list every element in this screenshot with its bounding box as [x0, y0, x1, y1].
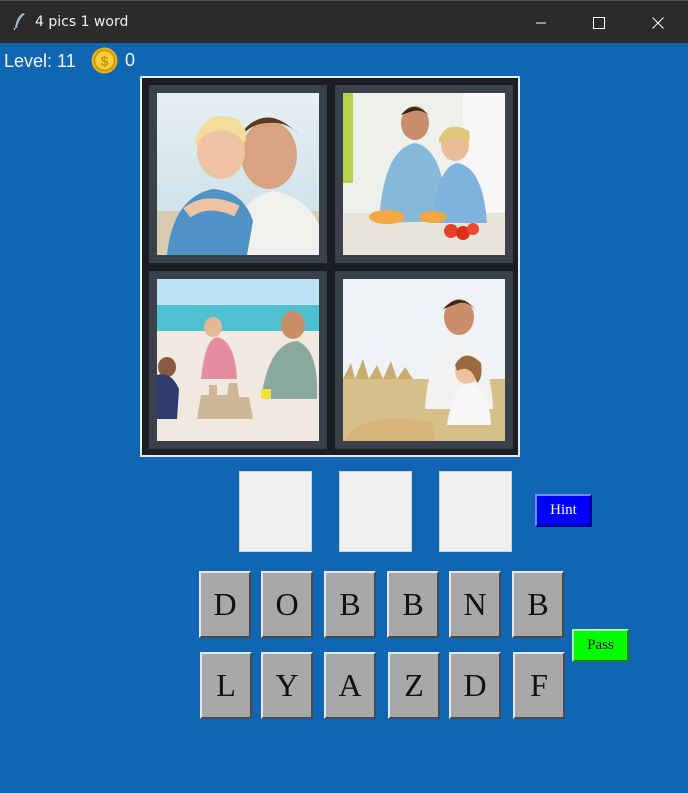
window-title: 4 pics 1 word [35, 14, 129, 30]
father-son-beach-photo [157, 93, 319, 255]
letter-tile-11[interactable]: D [449, 652, 501, 719]
picture-grid [140, 76, 520, 457]
maximize-icon [593, 16, 605, 29]
close-button[interactable] [629, 1, 687, 44]
maximize-button[interactable] [570, 1, 628, 44]
letter-tile-2[interactable]: O [261, 571, 313, 638]
letter-tile-9[interactable]: A [324, 652, 376, 719]
picture-cell-3 [149, 271, 327, 449]
hint-button[interactable]: Hint [535, 494, 592, 527]
answer-slot-2[interactable] [339, 471, 412, 552]
letter-tile-4[interactable]: B [387, 571, 439, 638]
coin-icon: $ [91, 47, 118, 74]
letter-tile-3[interactable]: B [324, 571, 376, 638]
minimize-button[interactable] [512, 1, 570, 44]
svg-text:$: $ [101, 53, 109, 69]
father-daughter-grass-photo [343, 279, 505, 441]
father-son-kitchen-photo [343, 93, 505, 255]
level-indicator: Level: 11 [4, 47, 76, 75]
pass-button[interactable]: Pass [572, 629, 629, 662]
picture-cell-4 [335, 271, 513, 449]
picture-cell-2 [335, 85, 513, 263]
close-icon [652, 16, 664, 29]
letter-tile-12[interactable]: F [513, 652, 565, 719]
letter-tile-5[interactable]: N [449, 571, 501, 638]
coin-count: 0 [125, 50, 136, 70]
answer-slot-3[interactable] [439, 471, 512, 552]
letter-tile-6[interactable]: B [512, 571, 564, 638]
minimize-icon [536, 22, 546, 23]
family-sandcastle-photo [157, 279, 319, 441]
level-label: Level: 11 [4, 50, 76, 71]
letter-tile-8[interactable]: Y [261, 652, 313, 719]
letter-tile-1[interactable]: D [199, 571, 251, 638]
answer-slot-1[interactable] [239, 471, 312, 552]
picture-cell-1 [149, 85, 327, 263]
feather-icon [13, 13, 25, 30]
letter-tile-7[interactable]: L [200, 652, 252, 719]
title-bar: 4 pics 1 word [0, 0, 688, 43]
letter-tile-10[interactable]: Z [388, 652, 440, 719]
